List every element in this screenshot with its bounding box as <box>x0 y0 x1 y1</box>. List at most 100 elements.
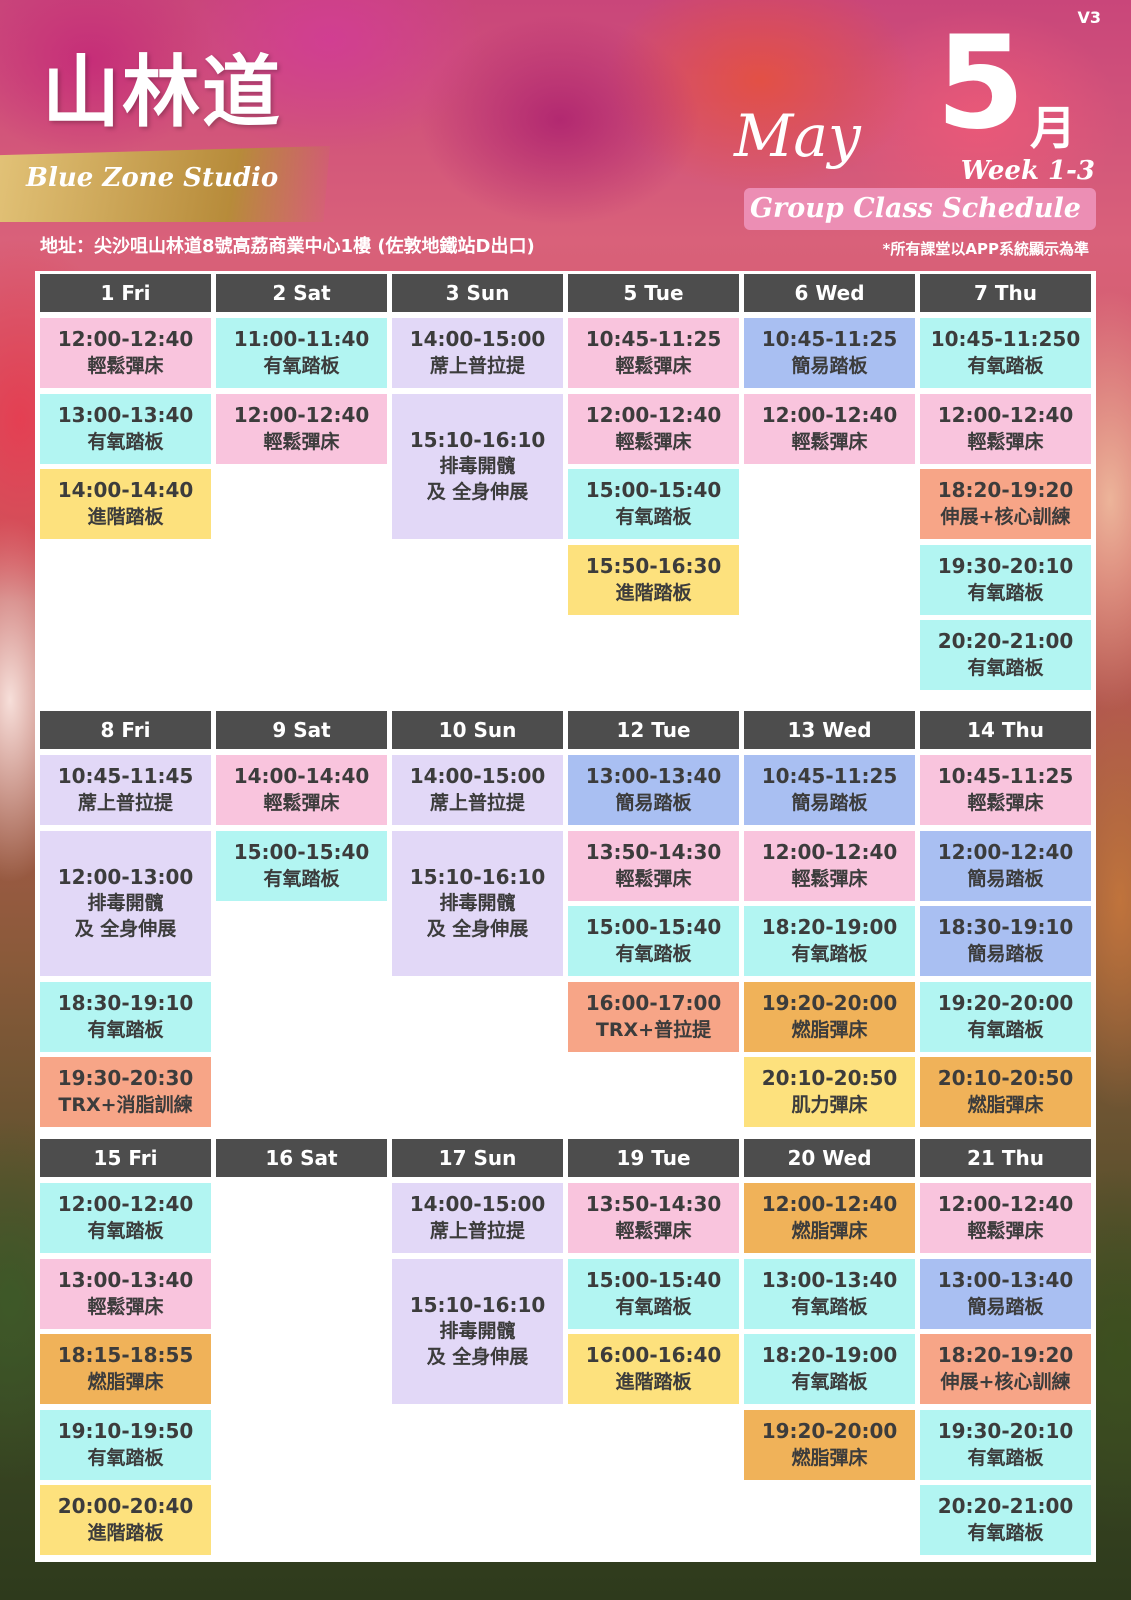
class-time: 19:30-20:30 <box>57 1066 194 1090</box>
class-cell: 12:00-12:40 有氧踏板 <box>40 1183 211 1253</box>
class-cell: 19:20-20:00 燃脂彈床 <box>744 981 915 1052</box>
class-name: 輕鬆彈床 <box>615 1220 692 1242</box>
class-name: 輕鬆彈床 <box>967 1220 1044 1242</box>
class-time: 12:00-12:40 <box>585 402 722 427</box>
class-time: 12:00-13:00 <box>57 865 194 890</box>
class-time: 19:20-20:00 <box>937 990 1074 1015</box>
class-cell: 18:20-19:00 有氧踏板 <box>744 1334 915 1404</box>
class-time: 11:00-11:40 <box>233 327 370 351</box>
class-cell: 10:45-11:250 有氧踏板 <box>920 318 1091 388</box>
class-name: 燃脂彈床 <box>87 1371 164 1393</box>
class-time: 19:30-20:10 <box>937 553 1074 578</box>
class-time: 20:10-20:50 <box>937 1066 1074 1090</box>
class-time: 20:00-20:40 <box>57 1494 194 1518</box>
class-time: 10:45-11:45 <box>57 764 194 788</box>
class-cell: 19:30-20:10 有氧踏板 <box>920 1409 1091 1480</box>
class-name: 簡易踏板 <box>967 867 1044 890</box>
class-cell: 12:00-12:40 輕鬆彈床 <box>920 393 1091 464</box>
class-name: 蓆上普拉提 <box>429 792 525 814</box>
address-text: 地址：尖沙咀山林道8號高荔商業中心1樓 (佐敦地鐵站D出口) <box>40 236 535 257</box>
class-name: 簡易踏板 <box>791 792 868 814</box>
class-cell: 15:00-15:40 有氧踏板 <box>568 906 739 976</box>
class-cell: 14:00-15:00 蓆上普拉提 <box>392 755 563 825</box>
day-header: 9 Sat <box>216 711 387 749</box>
class-cell: 12:00-12:40 輕鬆彈床 <box>568 393 739 464</box>
class-cell: 19:30-20:10 有氧踏板 <box>920 544 1091 615</box>
class-name: 有氧踏板 <box>967 581 1044 604</box>
class-time: 18:20-19:20 <box>937 1343 1074 1367</box>
class-cell: 15:00-15:40 有氧踏板 <box>216 830 387 901</box>
class-cell: 20:00-20:40 進階踏板 <box>40 1485 211 1555</box>
class-cell: 18:15-18:55 燃脂彈床 <box>40 1334 211 1404</box>
class-name: 輕鬆彈床 <box>263 792 340 814</box>
class-time: 13:00-13:40 <box>57 402 194 427</box>
class-name: 進階踏板 <box>615 1371 692 1393</box>
class-cell: 13:00-13:40 簡易踏板 <box>568 755 739 825</box>
class-name: 簡易踏板 <box>615 792 692 814</box>
class-cell: 18:20-19:20 伸展+核心訓練 <box>920 1334 1091 1404</box>
class-name: 簡易踏板 <box>967 943 1044 965</box>
class-cell: 11:00-11:40 有氧踏板 <box>216 318 387 388</box>
day-header: 3 Sun <box>392 274 563 312</box>
class-cell: 15:10-16:10 排毒開髖及 全身伸展 <box>392 1258 563 1404</box>
class-cell: 15:50-16:30 進階踏板 <box>568 544 739 615</box>
day-header: 2 Sat <box>216 274 387 312</box>
class-name: 輕鬆彈床 <box>967 430 1044 453</box>
class-time: 13:00-13:40 <box>937 1267 1074 1292</box>
day-header: 14 Thu <box>920 711 1091 749</box>
app-note: *所有課堂以APP系統顯示為準 <box>882 240 1089 258</box>
class-name: 伸展+核心訓練 <box>940 1371 1071 1393</box>
class-name: 輕鬆彈床 <box>87 1295 164 1318</box>
class-name: 有氧踏板 <box>791 943 868 965</box>
class-time: 10:45-11:250 <box>930 327 1081 351</box>
class-cell: 14:00-14:40 輕鬆彈床 <box>216 755 387 825</box>
class-name: 輕鬆彈床 <box>791 430 868 453</box>
class-name: 蓆上普拉提 <box>429 355 525 377</box>
day-header: 21 Thu <box>920 1139 1091 1177</box>
class-name: 有氧踏板 <box>263 867 340 890</box>
class-cell: 19:20-20:00 燃脂彈床 <box>744 1409 915 1480</box>
day-header: 10 Sun <box>392 711 563 749</box>
class-cell: 16:00-16:40 進階踏板 <box>568 1334 739 1404</box>
class-cell: 14:00-14:40 進階踏板 <box>40 469 211 539</box>
class-time: 19:20-20:00 <box>761 990 898 1015</box>
day-header: 8 Fri <box>40 711 211 749</box>
class-name: 燃脂彈床 <box>967 1094 1044 1116</box>
class-name: 有氧踏板 <box>615 1295 692 1318</box>
class-name: 輕鬆彈床 <box>87 355 164 377</box>
class-time: 12:00-12:40 <box>761 402 898 427</box>
class-time: 13:50-14:30 <box>585 1192 722 1216</box>
day-header: 15 Fri <box>40 1139 211 1177</box>
class-cell: 18:20-19:00 有氧踏板 <box>744 906 915 976</box>
class-name-line2: 及 全身伸展 <box>74 918 177 941</box>
class-cell: 20:20-21:00 有氧踏板 <box>920 620 1091 690</box>
class-cell: 10:45-11:25 簡易踏板 <box>744 318 915 388</box>
class-time: 10:45-11:25 <box>761 327 898 351</box>
class-time: 20:20-21:00 <box>937 629 1074 653</box>
class-time: 12:00-12:40 <box>233 402 370 427</box>
month-number: 5 <box>936 9 1026 158</box>
class-time: 14:00-14:40 <box>233 764 370 788</box>
class-cell: 15:00-15:40 有氧踏板 <box>568 1258 739 1329</box>
brand-title: 山林道 <box>42 47 283 138</box>
class-name: 輕鬆彈床 <box>615 867 692 890</box>
class-time: 14:00-15:00 <box>409 1192 546 1216</box>
class-name: 有氧踏板 <box>967 657 1044 679</box>
day-header: 6 Wed <box>744 274 915 312</box>
class-cell: 12:00-13:00 排毒開髖及 全身伸展 <box>40 830 211 976</box>
class-name: 有氧踏板 <box>87 1446 164 1469</box>
class-cell: 19:20-20:00 有氧踏板 <box>920 981 1091 1052</box>
class-name: 輕鬆彈床 <box>615 430 692 453</box>
class-cell: 18:20-19:20 伸展+核心訓練 <box>920 469 1091 539</box>
class-time: 20:10-20:50 <box>761 1066 898 1090</box>
day-header: 17 Sun <box>392 1139 563 1177</box>
class-time: 15:50-16:30 <box>585 553 722 578</box>
class-time: 15:00-15:40 <box>585 1267 722 1292</box>
class-cell: 10:45-11:25 輕鬆彈床 <box>568 318 739 388</box>
class-time: 10:45-11:25 <box>585 327 722 351</box>
day-header: 7 Thu <box>920 274 1091 312</box>
class-cell: 14:00-15:00 蓆上普拉提 <box>392 1183 563 1253</box>
class-cell: 20:20-21:00 有氧踏板 <box>920 1485 1091 1555</box>
class-name: 輕鬆彈床 <box>791 867 868 890</box>
class-time: 15:00-15:40 <box>585 915 722 939</box>
